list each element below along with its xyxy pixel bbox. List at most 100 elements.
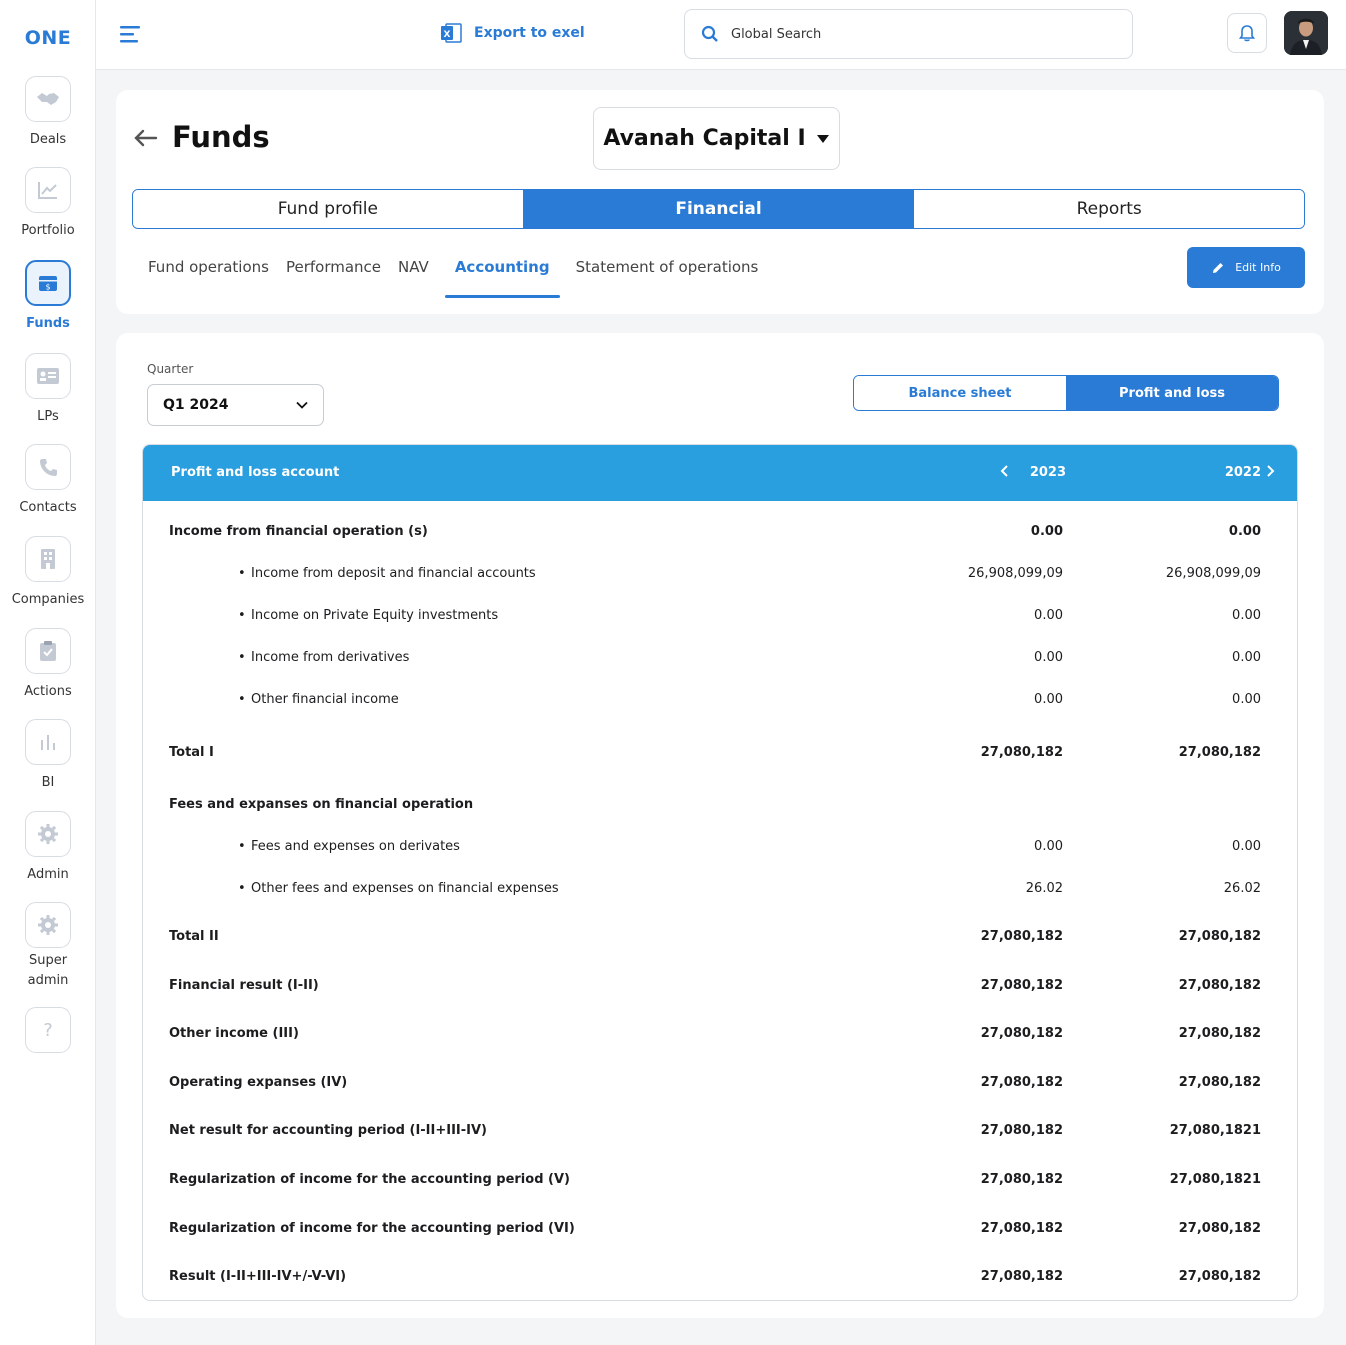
- sidebar-item-admin[interactable]: Admin: [0, 811, 96, 884]
- caret-down-icon: [816, 134, 829, 143]
- sidebar-item-label: Funds: [26, 316, 70, 331]
- subtab-performance[interactable]: Performance: [286, 258, 381, 286]
- tab-fund-profile[interactable]: Fund profile: [133, 190, 523, 228]
- export-button[interactable]: X Export to exel: [440, 22, 585, 44]
- subtab-accounting[interactable]: Accounting: [444, 258, 560, 298]
- row-value-2023: 27,080,182: [980, 1171, 1063, 1187]
- sidebar-item-deals[interactable]: Deals: [0, 76, 96, 149]
- sidebar-item-funds[interactable]: $ Funds: [0, 260, 96, 333]
- column-header: 2022: [1224, 465, 1261, 480]
- table-row: Regularization of income for the account…: [143, 1216, 1297, 1240]
- sidebar-item-label: Actions: [24, 684, 72, 699]
- notifications-button[interactable]: [1227, 13, 1267, 53]
- tab-financial[interactable]: Financial: [522, 190, 914, 228]
- clipboard-check-icon: [25, 628, 71, 674]
- fund-select[interactable]: Avanah Capital I: [593, 107, 840, 170]
- table-row: Other income (III) 27,080,182 27,080,182: [143, 1021, 1297, 1045]
- sidebar-item-label: Super admin: [27, 953, 69, 988]
- row-label: Income from deposit and financial accoun…: [238, 566, 536, 581]
- handshake-icon: [25, 76, 71, 122]
- chevron-left-icon[interactable]: [1000, 465, 1009, 481]
- row-label: Income from derivatives: [238, 650, 409, 665]
- sidebar-item-bi[interactable]: BI: [0, 719, 96, 792]
- chevron-right-icon[interactable]: [1266, 465, 1275, 481]
- table-row: Income from deposit and financial accoun…: [143, 561, 1297, 585]
- user-avatar[interactable]: [1284, 11, 1328, 55]
- profit-and-loss-button[interactable]: Profit and loss: [1066, 376, 1278, 410]
- sidebar-item-companies[interactable]: Companies: [0, 536, 96, 609]
- row-value-2022: 27,080,182: [1178, 1268, 1261, 1284]
- profit-loss-table: Profit and loss account 2023 2022 Income…: [142, 444, 1298, 1301]
- row-value-2022: 27,080,182: [1178, 1074, 1261, 1090]
- sidebar-item-super-admin[interactable]: Super admin: [0, 902, 96, 991]
- pencil-icon: [1213, 262, 1224, 273]
- sidebar-item-help[interactable]: ?: [0, 1007, 96, 1053]
- row-value-2023: 0.00: [1034, 607, 1063, 623]
- row-value-2022: 27,080,182: [1178, 977, 1261, 993]
- sidebar-item-label: LPs: [37, 409, 59, 424]
- row-value-2023: 0.00: [1030, 523, 1063, 539]
- quarter-select[interactable]: Q1 2024: [147, 384, 324, 426]
- global-search-input[interactable]: Global Search: [684, 9, 1133, 59]
- row-value-2023: 26,908,099,09: [967, 565, 1063, 581]
- search-icon: [701, 25, 718, 42]
- row-value-2023: 0.00: [1034, 838, 1063, 854]
- table-row: Income from derivatives 0.00 0.00: [143, 645, 1297, 669]
- row-label: Income from financial operation (s): [169, 523, 428, 539]
- row-label: Fees and expenses on derivates: [238, 839, 460, 854]
- fund-header-card: Funds Avanah Capital I Fund profile Fina…: [116, 90, 1324, 314]
- sidebar-item-label: Admin: [27, 867, 69, 882]
- row-value-2023: 27,080,182: [980, 1220, 1063, 1236]
- statement-type-toggle: Balance sheet Profit and loss: [853, 375, 1279, 411]
- export-label: Export to exel: [474, 25, 585, 41]
- sidebar-item-label: Companies: [11, 592, 85, 607]
- row-value-2022: 27,080,182: [1178, 928, 1261, 944]
- back-arrow-icon[interactable]: [132, 128, 158, 152]
- row-value-2023: 27,080,182: [980, 1122, 1063, 1138]
- row-value-2022: 0.00: [1232, 691, 1261, 707]
- table-row: Financial result (I-II) 27,080,182 27,080,…: [143, 973, 1297, 997]
- gear-icon: [25, 902, 71, 948]
- phone-icon: [25, 444, 71, 490]
- app-logo: ONE: [24, 27, 72, 49]
- excel-icon: X: [441, 23, 462, 43]
- edit-info-button[interactable]: Edit Info: [1187, 247, 1305, 288]
- tab-reports[interactable]: Reports: [913, 190, 1304, 228]
- row-value-2022: 0.00: [1232, 649, 1261, 665]
- row-label: Financial result (I-II): [169, 977, 319, 993]
- quarter-label: Quarter: [147, 362, 194, 376]
- table-header: Profit and loss account 2023 2022: [143, 445, 1297, 501]
- sidebar-item-contacts[interactable]: Contacts: [0, 444, 96, 517]
- row-label: Regularization of income for the account…: [169, 1220, 575, 1236]
- menu-toggle-icon[interactable]: [120, 25, 142, 47]
- sidebar-item-label: BI: [41, 775, 55, 790]
- row-value-2022: 27,080,182: [1178, 1220, 1261, 1236]
- sidebar-item-lps[interactable]: LPs: [0, 353, 96, 426]
- bar-chart-icon: [25, 719, 71, 765]
- subtab-statement-of-operations[interactable]: Statement of operations: [576, 258, 759, 286]
- row-label: Other fees and expenses on financial exp…: [238, 881, 559, 896]
- row-label: Total I: [169, 744, 214, 760]
- quarter-value: Q1 2024: [163, 397, 229, 413]
- table-row: Regularization of income for the account…: [143, 1167, 1297, 1191]
- edit-info-label: Edit Info: [1235, 261, 1281, 274]
- topbar: X Export to exel Global Search: [96, 0, 1346, 70]
- row-value-2023: 0.00: [1034, 649, 1063, 665]
- money-box-icon: $: [25, 260, 71, 306]
- table-row: Net result for accounting period (I-II+I…: [143, 1118, 1297, 1142]
- table-row: Income from financial operation (s) 0.00 0…: [143, 519, 1297, 543]
- subtab-fund-operations[interactable]: Fund operations: [148, 258, 269, 286]
- subtab-nav[interactable]: NAV: [398, 258, 429, 286]
- table-row: Other financial income 0.00 0.00: [143, 687, 1297, 711]
- table-row: Operating expanses (IV) 27,080,182 27,080,…: [143, 1070, 1297, 1094]
- sidebar-item-label: Deals: [29, 132, 67, 147]
- table-row: Total II 27,080,182 27,080,182: [143, 924, 1297, 948]
- svg-text:X: X: [444, 30, 451, 40]
- sidebar-item-portfolio[interactable]: Portfolio: [0, 167, 96, 240]
- sidebar-item-actions[interactable]: Actions: [0, 628, 96, 701]
- table-row: Other fees and expenses on financial exp…: [143, 876, 1297, 900]
- chevron-down-icon: [296, 401, 308, 409]
- row-label: Operating expanses (IV): [169, 1074, 348, 1090]
- row-value-2022: 0.00: [1228, 523, 1261, 539]
- balance-sheet-button[interactable]: Balance sheet: [854, 376, 1066, 410]
